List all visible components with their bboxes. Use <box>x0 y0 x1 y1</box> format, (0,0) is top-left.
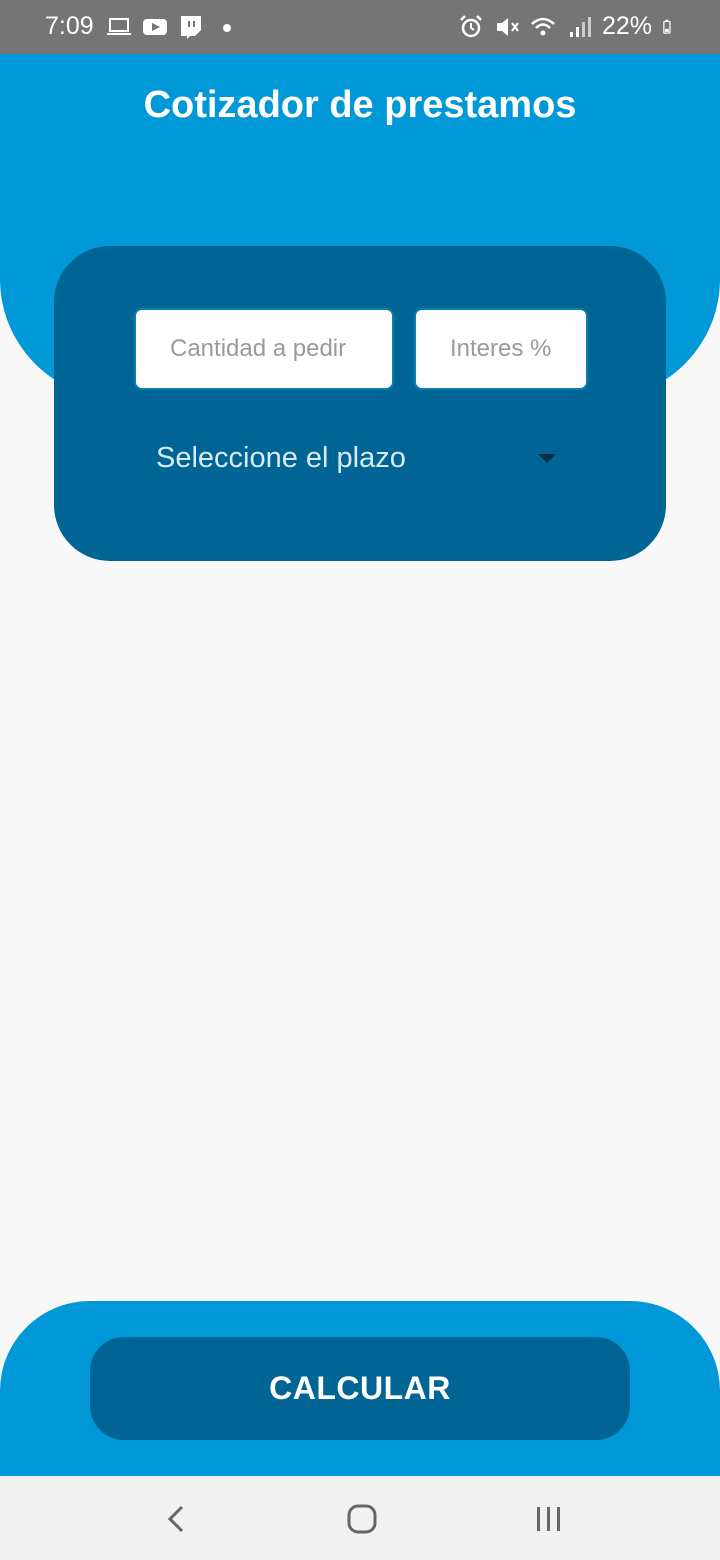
calculate-button[interactable]: CALCULAR <box>90 1337 630 1440</box>
laptop-icon <box>107 18 131 35</box>
youtube-icon <box>143 19 167 35</box>
page-title: Cotizador de prestamos <box>143 84 577 126</box>
recent-apps-icon[interactable] <box>528 1502 568 1536</box>
dropdown-arrow-icon <box>538 453 556 463</box>
loan-form-card: Cantidad a pedir Interes % Seleccione el… <box>54 246 666 561</box>
status-bar: 7:09 22% <box>0 0 720 54</box>
dot-icon <box>223 24 231 32</box>
term-select[interactable]: Seleccione el plazo <box>156 436 556 480</box>
back-icon[interactable] <box>156 1502 196 1536</box>
system-status: 22% <box>458 12 678 41</box>
signal-icon <box>569 16 591 37</box>
alarm-icon <box>460 14 482 37</box>
term-select-label: Seleccione el plazo <box>156 441 406 474</box>
status-time: 7:09 <box>45 12 94 40</box>
amount-input[interactable]: Cantidad a pedir <box>134 308 394 390</box>
battery-percent: 22% <box>601 12 652 40</box>
bottom-panel: CALCULAR <box>0 1301 720 1476</box>
mute-icon <box>496 17 519 36</box>
interest-rate-input[interactable]: Interes % <box>414 308 588 390</box>
twitch-icon <box>181 16 201 39</box>
home-icon[interactable] <box>342 1502 382 1536</box>
battery-icon <box>663 19 671 34</box>
wifi-icon <box>531 17 555 35</box>
notification-icons <box>106 14 240 40</box>
navigation-bar <box>0 1476 720 1560</box>
